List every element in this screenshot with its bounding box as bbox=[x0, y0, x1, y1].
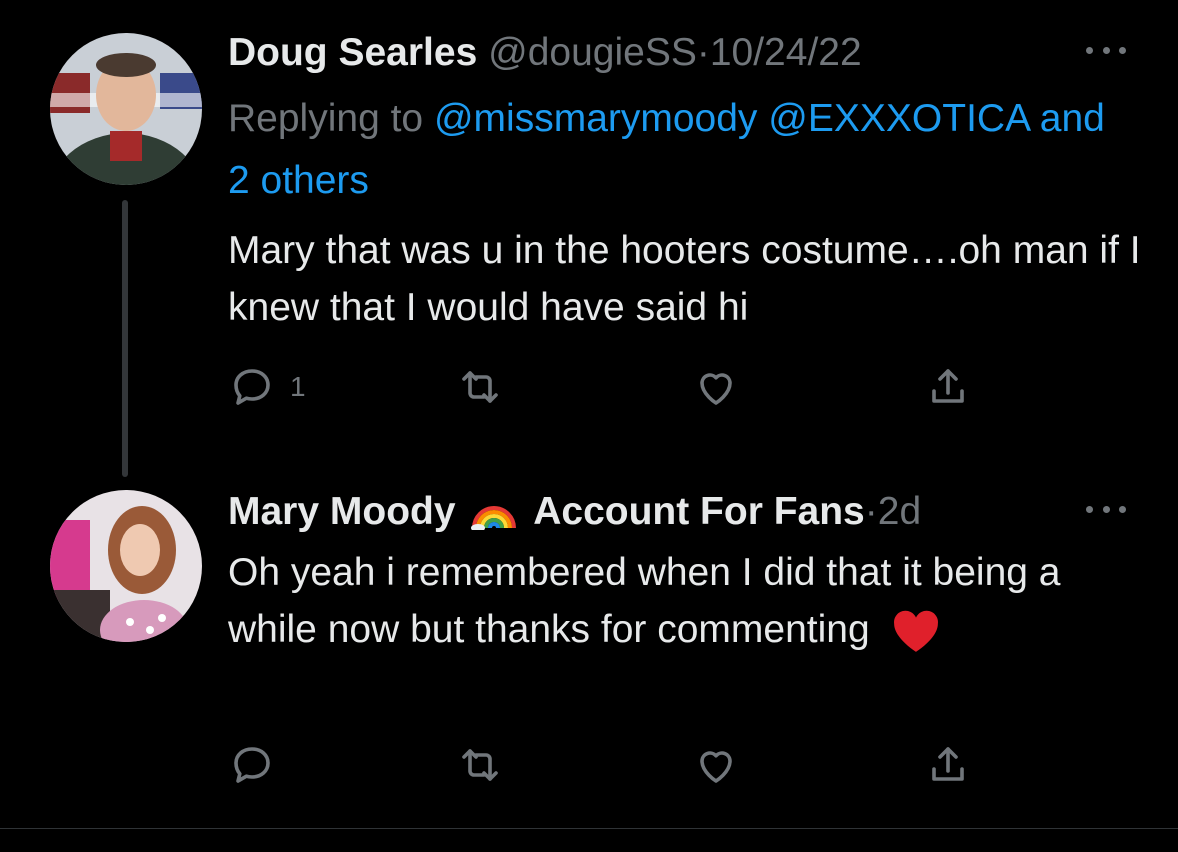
reply-button[interactable]: 1 bbox=[228, 362, 306, 412]
timestamp[interactable]: 10/24/22 bbox=[710, 31, 862, 74]
retweet-icon bbox=[462, 371, 498, 403]
author-name-suffix[interactable]: Account For Fans bbox=[533, 490, 865, 533]
tweet-actions bbox=[228, 740, 1028, 790]
reply-icon bbox=[234, 369, 270, 405]
retweet-icon bbox=[462, 749, 498, 781]
replying-to: Replying to @missmarymoody @EXXXOTICA an… bbox=[228, 88, 1128, 212]
like-button[interactable] bbox=[692, 740, 740, 790]
separator-dot: · bbox=[864, 490, 878, 533]
divider bbox=[0, 828, 1178, 829]
tweet-text: Oh yeah i remembered when I did that it … bbox=[228, 544, 1148, 658]
retweet-button[interactable] bbox=[456, 740, 504, 790]
replying-to-label: Replying to bbox=[228, 97, 424, 140]
red-heart-emoji-icon bbox=[893, 610, 938, 652]
share-icon bbox=[932, 747, 964, 781]
rainbow-emoji-icon bbox=[471, 506, 517, 530]
mention-link[interactable]: @EXXXOTICA bbox=[768, 97, 1029, 140]
like-icon bbox=[700, 751, 732, 783]
tweet-header: Doug Searles @dougieSS·10/24/22 bbox=[228, 30, 1118, 76]
avatar-doug-searles[interactable] bbox=[50, 33, 202, 185]
tweet-doug-searles[interactable]: Doug Searles @dougieSS·10/24/22 Replying… bbox=[0, 0, 1178, 477]
like-icon bbox=[700, 373, 732, 405]
more-icon[interactable] bbox=[1086, 40, 1126, 60]
timestamp[interactable]: 2d bbox=[878, 490, 921, 533]
share-button[interactable] bbox=[924, 362, 972, 412]
separator-dot: · bbox=[696, 31, 710, 74]
reply-icon bbox=[234, 747, 270, 783]
author-name[interactable]: Doug Searles bbox=[228, 31, 477, 74]
retweet-button[interactable] bbox=[456, 362, 504, 412]
author-handle[interactable]: @dougieSS bbox=[488, 31, 697, 74]
share-button[interactable] bbox=[924, 740, 972, 790]
reply-count: 1 bbox=[290, 371, 306, 402]
thread-line bbox=[122, 200, 128, 477]
more-icon[interactable] bbox=[1086, 499, 1126, 519]
mention-link[interactable]: @missmarymoody bbox=[434, 97, 757, 140]
tweet-mary-moody[interactable]: Mary Moody Account For Fans·2d Oh yeah i… bbox=[0, 470, 1178, 830]
tweet-text: Mary that was u in the hooters costume….… bbox=[228, 229, 1141, 329]
avatar-mary-moody[interactable] bbox=[50, 490, 202, 642]
like-button[interactable] bbox=[692, 362, 740, 412]
share-icon bbox=[932, 369, 964, 403]
tweet-header: Mary Moody Account For Fans·2d bbox=[228, 489, 1118, 535]
author-name[interactable]: Mary Moody bbox=[228, 490, 456, 533]
tweet-actions: 1 bbox=[228, 362, 1028, 412]
reply-button[interactable] bbox=[228, 740, 276, 790]
